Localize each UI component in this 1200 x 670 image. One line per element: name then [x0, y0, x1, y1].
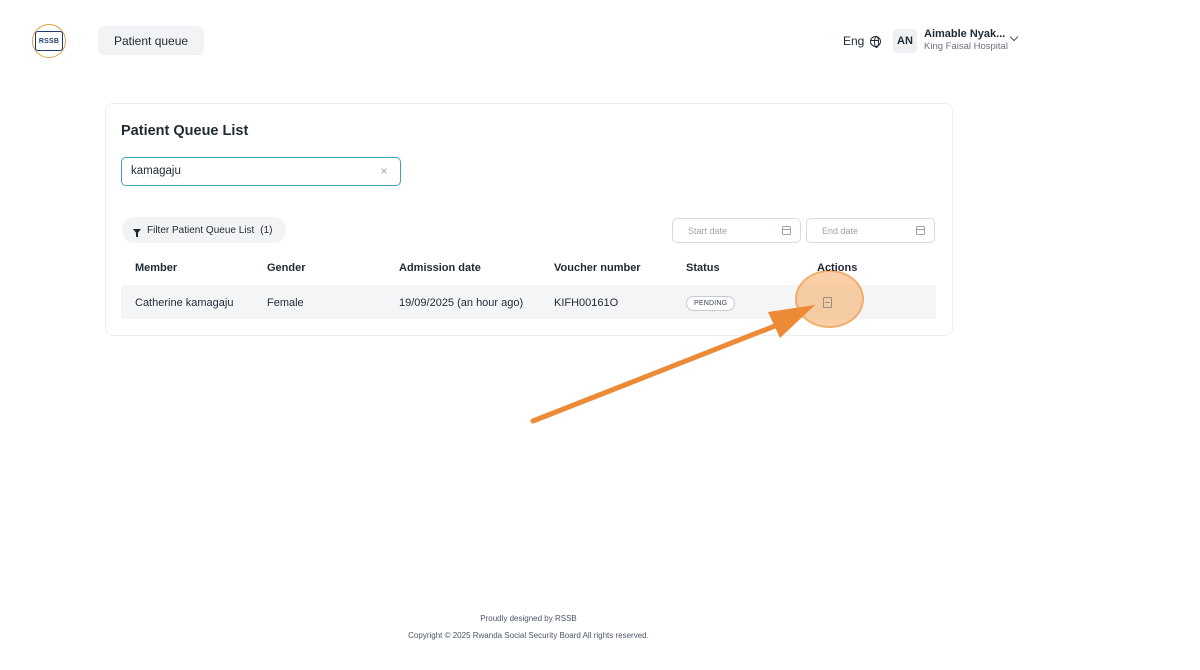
document-icon[interactable] [823, 297, 832, 308]
start-date-picker[interactable]: Start date [672, 218, 801, 243]
language-label: Eng [843, 34, 865, 48]
footer-copyright: Copyright © 2025 Rwanda Social Security … [408, 631, 649, 640]
filter-count: (1) [260, 224, 273, 236]
user-organization: King Faisal Hospital [924, 41, 1008, 52]
rssb-logo: RSSB [32, 24, 66, 58]
calendar-icon [916, 226, 925, 235]
globe-icon [870, 35, 882, 48]
search-input[interactable] [131, 158, 371, 184]
filter-icon [133, 228, 141, 237]
column-header-admission-date: Admission date [399, 262, 481, 274]
logo-text: RSSB [35, 31, 63, 51]
start-date-placeholder: Start date [688, 226, 728, 236]
page-title: Patient Queue List [121, 123, 249, 139]
cell-member: Catherine kamagaju [135, 297, 234, 309]
user-name: Aimable Nyak... [924, 28, 1006, 40]
status-badge: PENDING [686, 296, 736, 311]
search-box: × [121, 157, 401, 186]
end-date-placeholder: End date [822, 226, 859, 236]
cell-gender: Female [267, 297, 304, 309]
column-header-actions: Actions [817, 262, 858, 274]
footer-credit: Proudly designed by RSSB [480, 614, 577, 623]
chevron-down-icon[interactable] [1010, 34, 1018, 42]
avatar[interactable]: AN [893, 29, 917, 53]
column-header-voucher-number: Voucher number [554, 262, 641, 274]
end-date-picker[interactable]: End date [806, 218, 935, 243]
cell-admission-date: 19/09/2025 (an hour ago) [399, 297, 524, 309]
column-header-gender: Gender [267, 262, 306, 274]
cell-voucher-number: KIFH00161O [554, 297, 619, 309]
column-header-status: Status [686, 262, 720, 274]
language-selector[interactable]: Eng [843, 33, 882, 49]
filter-button[interactable]: Filter Patient Queue List (1) [122, 217, 286, 243]
column-header-member: Member [135, 262, 178, 274]
close-icon[interactable]: × [378, 164, 390, 178]
filter-button-label: Filter Patient Queue List [147, 224, 255, 236]
calendar-icon [782, 226, 791, 235]
nav-tab-patient-queue[interactable]: Patient queue [98, 26, 205, 55]
